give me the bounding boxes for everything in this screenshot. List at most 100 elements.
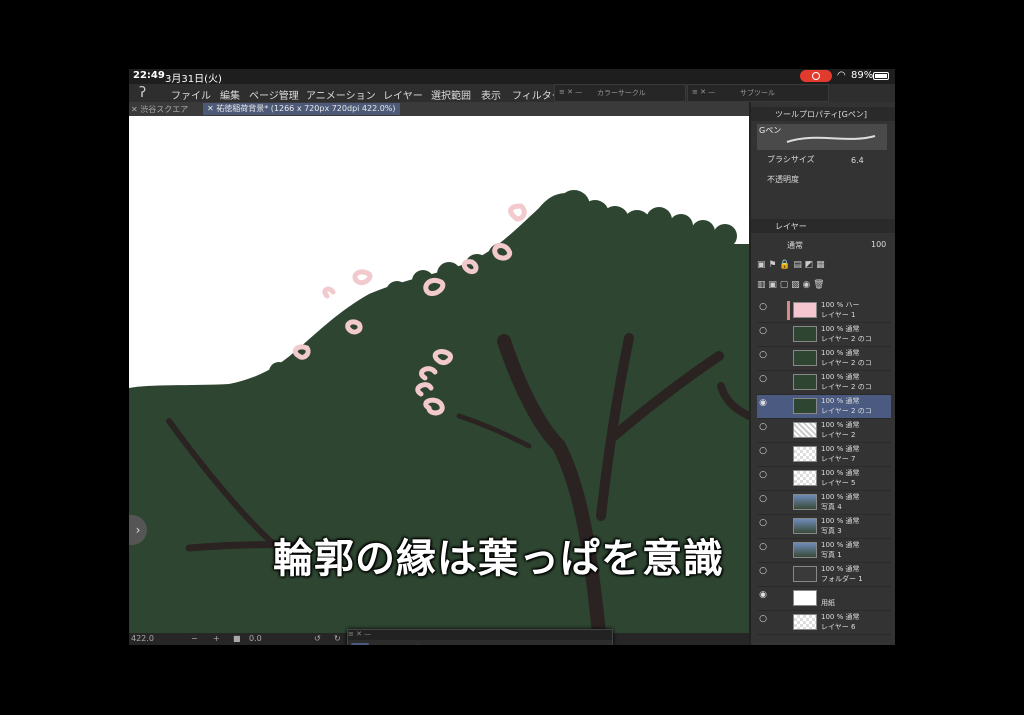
pen-tool-icon[interactable]: ✎ (351, 643, 369, 645)
layer-name: 写真 4 (821, 503, 842, 511)
layer-row[interactable]: ○ 100 % 通常 写真 4 (757, 491, 891, 515)
layer-thumbnail (793, 542, 817, 558)
layer-thumbnail (793, 470, 817, 486)
layer-thumbnail (793, 518, 817, 534)
menu-animation[interactable]: アニメーション (306, 87, 376, 102)
tool-palette-header[interactable]: ≡ ✕ — (348, 630, 612, 640)
visibility-eye-icon[interactable]: ○ (757, 446, 769, 460)
visibility-eye-icon[interactable]: ○ (757, 518, 769, 532)
layer-opacity-mode: 100 % 通常 (821, 565, 860, 573)
tab-label: 祐徳稲荷背景* (1266 x 720px 720dpi 422.0%) (216, 104, 396, 113)
visibility-eye-icon[interactable]: ○ (757, 494, 769, 508)
layer-row[interactable]: ○ 100 % 通常 レイヤー 5 (757, 467, 891, 491)
visibility-eye-icon[interactable]: ○ (757, 542, 769, 556)
screen-record-icon[interactable] (800, 70, 832, 82)
visibility-eye-icon[interactable]: ○ (757, 422, 769, 436)
layer-row[interactable]: ○ 100 % 通常 レイヤー 6 (757, 611, 891, 635)
angle-value[interactable]: 0.0 (249, 634, 262, 643)
visibility-eye-icon[interactable]: ○ (757, 614, 769, 628)
layer-row[interactable]: ○ 100 % 通常 レイヤー 2 のコ (757, 347, 891, 371)
menu-selection[interactable]: 選択範囲 (431, 87, 471, 102)
hand-tool-icon[interactable]: ✋ (567, 643, 585, 645)
visibility-eye-icon[interactable]: ○ (757, 566, 769, 580)
layer-tool-icons-row1[interactable]: ▣ ⚑ 🔒 ▤ ◩ ▦ (757, 260, 825, 270)
visibility-eye-icon[interactable]: ◉ (757, 398, 769, 412)
layer-thumbnail (793, 350, 817, 366)
zoom-in-icon[interactable]: + (213, 634, 220, 643)
layer-tool-icons-row2[interactable]: ▥ ▣ ▢ ▧ ◉ 🗑 (757, 280, 825, 290)
layer-opacity-mode: 100 % 通常 (821, 517, 860, 525)
zoom-value[interactable]: 422.0 (131, 634, 154, 643)
move-tool-icon[interactable]: ✥ (423, 643, 441, 645)
select-tool-icon[interactable]: ⬚ (495, 643, 513, 645)
status-bar: 22:49 3月31日(火) ◠ 89% (129, 69, 895, 85)
visibility-eye-icon[interactable]: ○ (757, 470, 769, 484)
sub-tool-palette[interactable]: ≡ ✕ — サブツール (687, 84, 829, 102)
layer-row[interactable]: ○ 100 % 通常 写真 3 (757, 515, 891, 539)
status-date: 3月31日(火) (165, 74, 222, 85)
app-logo-icon[interactable]: ʔ (139, 85, 146, 101)
brush-name: Gペン (759, 126, 782, 135)
layer-name: フォルダー 1 (821, 575, 863, 583)
visibility-eye-icon[interactable]: ○ (757, 350, 769, 364)
palette-close-icon[interactable]: ≡ ✕ — (559, 88, 582, 96)
layer-row[interactable]: ◉ 用紙 (757, 587, 891, 611)
layer-name: レイヤー 1 (821, 311, 856, 319)
visibility-eye-icon[interactable]: ◉ (757, 590, 769, 604)
rotate-right-icon[interactable]: ↻ (334, 634, 341, 643)
visibility-eye-icon[interactable]: ○ (757, 302, 769, 316)
layer-row[interactable]: ○ 100 % 通常 レイヤー 2 のコ (757, 371, 891, 395)
layer-opacity-mode: 100 % 通常 (821, 541, 860, 549)
line-tool-icon[interactable]: ╱ (405, 643, 423, 645)
menu-layer[interactable]: レイヤー (383, 87, 423, 102)
wifi-icon: ◠ (837, 70, 846, 81)
menu-edit[interactable]: 編集 (220, 87, 240, 102)
fill-tool-icon[interactable]: ◈ (441, 643, 459, 645)
visibility-eye-icon[interactable]: ○ (757, 326, 769, 340)
menu-file[interactable]: ファイル (171, 87, 211, 102)
blur-tool-icon[interactable]: ❦ (585, 643, 603, 645)
zoom-out-icon[interactable]: − (191, 634, 198, 643)
blend-mode-select[interactable]: 通常 (787, 240, 803, 251)
layer-row[interactable]: ○ 100 % 通常 レイヤー 7 (757, 443, 891, 467)
blend-tool-icon[interactable]: ◐ (549, 643, 567, 645)
tab-label: 渋谷スクエア (140, 105, 189, 114)
layer-thumbnail (793, 374, 817, 390)
layer-name: レイヤー 6 (821, 623, 856, 631)
visibility-eye-icon[interactable]: ○ (757, 374, 769, 388)
layer-thumbnail (793, 590, 817, 606)
layer-panel-header[interactable]: レイヤー (751, 219, 895, 233)
eraser-tool-icon[interactable]: ◆ (387, 643, 405, 645)
tool-property-header[interactable]: ツールプロパティ[Gペン] (751, 107, 895, 121)
layer-row[interactable]: ○ 100 % 通常 レイヤー 2 のコ (757, 323, 891, 347)
auto-select-icon[interactable]: ✸ (513, 643, 531, 645)
tool-palette[interactable]: ≡ ✕ — ✎ ⁄ ◆ ╱ ✥ ◈ ✒ A ⬚ ✸ ▨ ◐ ✋ ❦ ✦ (347, 629, 613, 645)
rotate-left-icon[interactable]: ↺ (314, 634, 321, 643)
fit-icon[interactable]: ■ (233, 634, 241, 643)
brush-size-value[interactable]: 6.4 (851, 156, 864, 165)
menu-view[interactable]: 表示 (481, 87, 501, 102)
document-tab-bar: ✕ 渋谷スクエア ✕ 祐徳稲荷背景* (1266 x 720px 720dpi … (129, 102, 749, 116)
palette-close-icon[interactable]: ≡ ✕ — (692, 88, 715, 96)
layer-name: レイヤー 2 のコ (821, 335, 872, 343)
layer-row[interactable]: ○ 100 % 通常 レイヤー 2 (757, 419, 891, 443)
vector-pen-icon[interactable]: ✒ (459, 643, 477, 645)
layer-name: レイヤー 5 (821, 479, 856, 487)
layer-row[interactable]: ○ 100 % ハー レイヤー 1 (757, 299, 891, 323)
layer-row[interactable]: ◉ 100 % 通常 レイヤー 2 のコ (757, 395, 891, 419)
eyedropper-tool-icon[interactable]: ⁄ (369, 643, 387, 645)
layer-thumbnail (793, 398, 817, 414)
layer-row[interactable]: ○ 100 % 通常 写真 1 (757, 539, 891, 563)
tab-active-document[interactable]: ✕ 祐徳稲荷背景* (1266 x 720px 720dpi 422.0%) (203, 103, 400, 115)
text-tool-icon[interactable]: A (477, 643, 495, 645)
layer-row[interactable]: ○ 100 % 通常 フォルダー 1 (757, 563, 891, 587)
brush-preview[interactable]: Gペン (757, 124, 887, 150)
gradient-tool-icon[interactable]: ▨ (531, 643, 549, 645)
battery-icon (873, 72, 889, 80)
layer-name: 用紙 (821, 599, 835, 607)
tab-shibuya[interactable]: ✕ 渋谷スクエア (131, 104, 188, 115)
menu-page[interactable]: ページ管理 (249, 87, 299, 102)
tool-property-title: ツールプロパティ[Gペン] (775, 110, 867, 119)
layer-opacity-value[interactable]: 100 (871, 240, 886, 249)
color-circle-palette[interactable]: ≡ ✕ — カラーサークル (554, 84, 686, 102)
